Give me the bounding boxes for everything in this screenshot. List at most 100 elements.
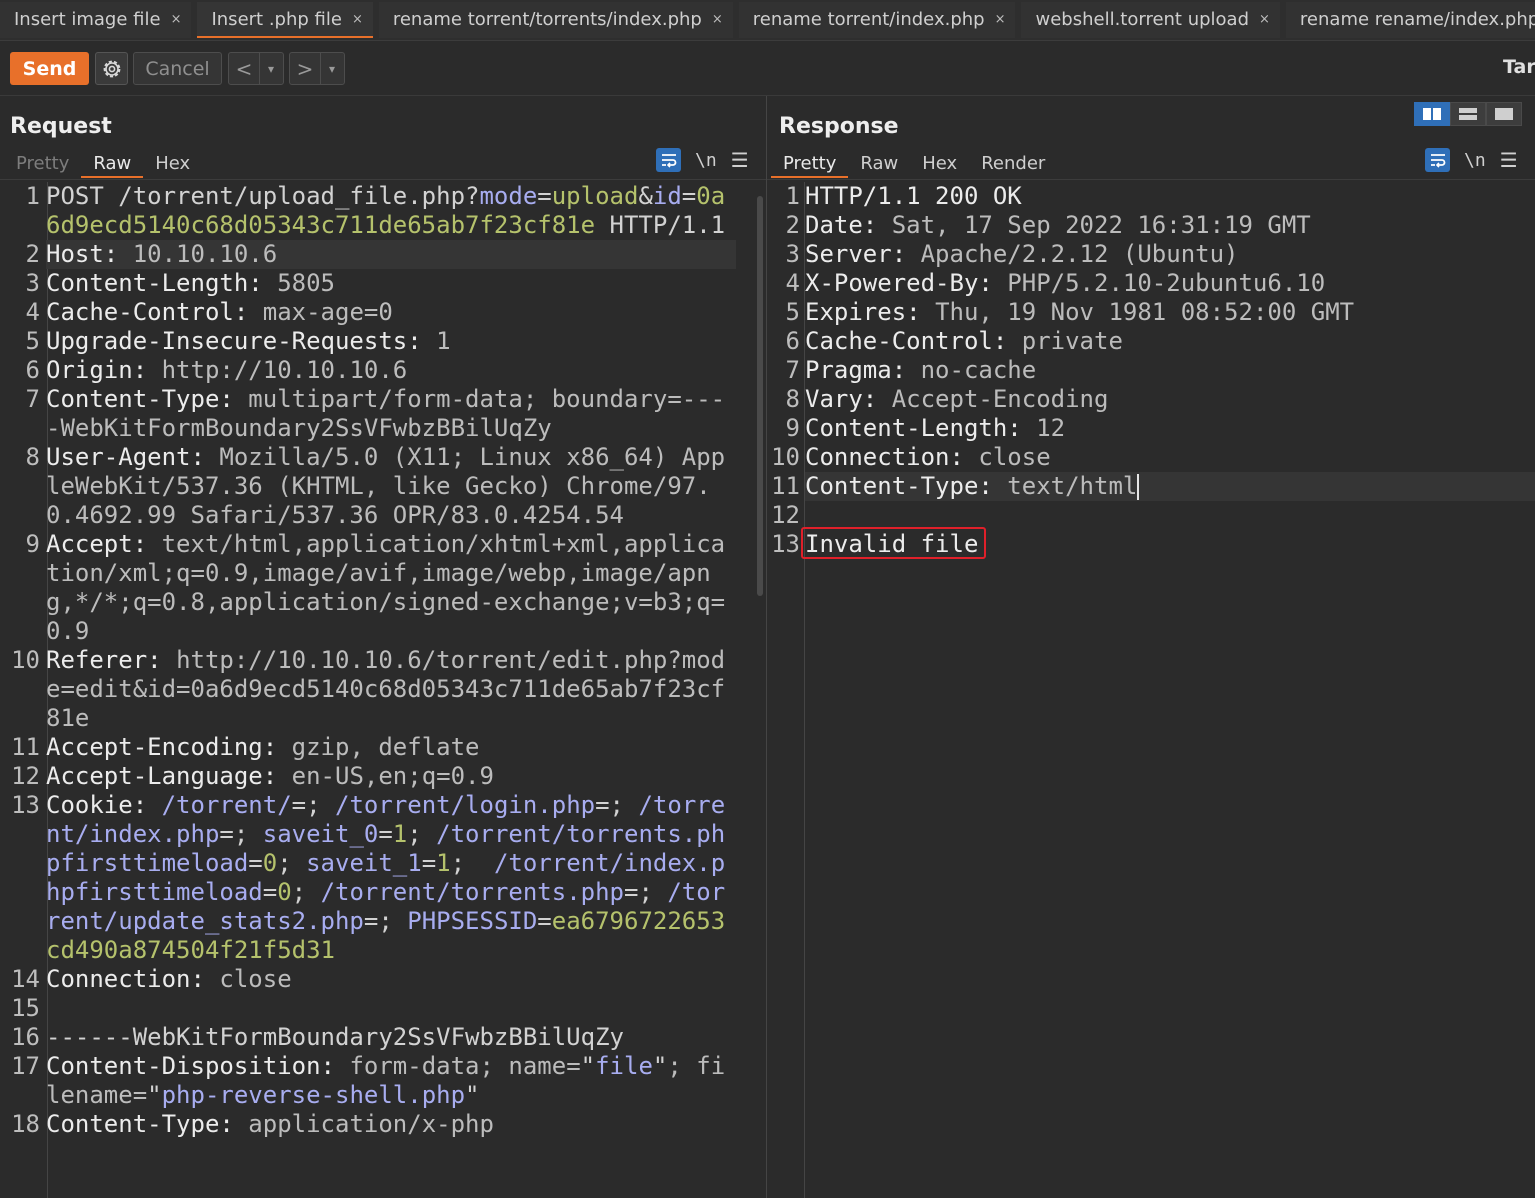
response-editor[interactable]: 1 HTTP/1.1 200 OK 2 Date: Sat, 17 Sep 2022 …	[767, 182, 1535, 1198]
request-tab-raw[interactable]: Raw	[81, 150, 144, 178]
repeater-tab[interactable]: rename torrent/torrents/index.php ×	[378, 2, 733, 38]
code-token: :	[147, 646, 177, 674]
close-tab-icon[interactable]: ×	[171, 12, 182, 27]
line-text: Cache-Control: private	[805, 327, 1535, 356]
code-token: :	[262, 733, 292, 761]
code-token: Server	[805, 240, 892, 268]
response-line: 8 Vary: Accept-Encoding	[767, 385, 1535, 414]
line-number: 13	[11, 791, 40, 819]
line-text: Pragma: no-cache	[805, 356, 1535, 385]
cancel-button[interactable]: Cancel	[133, 52, 222, 85]
code-token: Sat, 17 Sep 2022 16:31:19 GMT	[891, 211, 1311, 239]
show-newlines-icon[interactable]: \n	[695, 150, 717, 171]
request-line: 15	[0, 994, 766, 1023]
code-token: mode	[479, 182, 538, 210]
line-text: Content-Type: application/x-php	[46, 1110, 736, 1139]
code-token: Cookie	[46, 791, 133, 819]
code-token: ;	[277, 849, 307, 877]
close-tab-icon[interactable]: ×	[352, 12, 363, 27]
repeater-tab[interactable]: Insert image file ×	[0, 2, 192, 38]
code-token: :	[992, 327, 1022, 355]
code-token: file	[595, 1052, 653, 1080]
code-token: ;	[407, 820, 437, 848]
code-token: :	[132, 356, 162, 384]
request-line: 13 Cookie: /torrent/=; /torrent/login.php…	[0, 791, 766, 965]
word-wrap-icon[interactable]	[1425, 148, 1450, 172]
request-tab-pretty[interactable]: Pretty	[4, 150, 81, 178]
forward-arrow-icon[interactable]: >	[290, 53, 320, 84]
hamburger-menu-icon[interactable]: ☰	[731, 148, 749, 172]
response-pane: Response Pretty Raw Hex Render \n ☰ 1 HTTP/1…	[767, 96, 1535, 1198]
request-line: 3 Content-Length: 5805	[0, 269, 766, 298]
response-tab-pretty[interactable]: Pretty	[771, 150, 849, 178]
repeater-tab[interactable]: webshell.torrent upload ×	[1021, 2, 1280, 38]
request-tab-hex[interactable]: Hex	[143, 150, 202, 178]
line-text: Referer: http://10.10.10.6/torrent/edit.…	[46, 646, 736, 733]
layout-single-icon[interactable]	[1486, 102, 1522, 126]
line-text: Content-Length: 12	[805, 414, 1535, 443]
code-token: Content-Length	[46, 269, 249, 297]
code-token: /torrent/	[161, 791, 292, 819]
response-line: 1 HTTP/1.1 200 OK	[767, 182, 1535, 211]
request-scrollbar[interactable]	[757, 196, 763, 596]
close-tab-icon[interactable]: ×	[995, 12, 1006, 27]
repeater-tab[interactable]: Insert .php file ×	[197, 2, 373, 38]
line-text: POST /torrent/upload_file.php?mode=uploa…	[46, 182, 736, 240]
code-token: X-Powered-By	[805, 269, 979, 297]
line-text: Cache-Control: max-age=0	[46, 298, 736, 327]
code-token: =	[248, 849, 263, 877]
code-token: Accept-Encoding	[46, 733, 263, 761]
repeater-tab[interactable]: rename torrent/index.php ×	[738, 2, 1016, 38]
text-cursor	[1137, 474, 1140, 500]
layout-side-by-side-icon[interactable]	[1414, 102, 1450, 126]
response-tab-hex[interactable]: Hex	[910, 150, 969, 178]
forward-history-dropdown-icon[interactable]: ▾	[320, 53, 343, 84]
word-wrap-icon[interactable]	[656, 148, 681, 172]
response-view-tabs: Pretty Raw Hex Render	[771, 150, 1057, 178]
code-token: /torrent/upload_file.php?	[118, 182, 480, 210]
back-history-dropdown-icon[interactable]: ▾	[259, 53, 282, 84]
request-line: 18 Content-Type: application/x-php	[0, 1110, 766, 1139]
response-editor-icons: \n ☰	[1425, 148, 1518, 172]
request-editor[interactable]: 1 POST /torrent/upload_file.php?mode=uplo…	[0, 182, 766, 1198]
code-token: gzip, deflate	[291, 733, 480, 761]
line-number: 15	[11, 994, 40, 1022]
code-token: Cache-Control	[805, 327, 993, 355]
response-tab-raw[interactable]: Raw	[848, 150, 910, 178]
line-text: Cookie: /torrent/=; /torrent/login.php=;…	[46, 791, 736, 965]
send-button[interactable]: Send	[10, 52, 89, 85]
repeater-tab-label: rename torrent/index.php	[752, 8, 985, 30]
repeater-tab-label: Insert .php file	[211, 8, 342, 30]
repeater-tab[interactable]: rename rename/index.php×	[1285, 2, 1535, 38]
code-token: Referer	[46, 646, 148, 674]
code-token: Vary	[805, 385, 863, 413]
code-token: 12	[1036, 414, 1066, 442]
show-newlines-icon[interactable]: \n	[1464, 150, 1486, 171]
line-text: X-Powered-By: PHP/5.2.10-2ubuntu6.10	[805, 269, 1535, 298]
back-arrow-icon[interactable]: <	[229, 53, 259, 84]
code-token: :	[190, 443, 220, 471]
hamburger-menu-icon[interactable]: ☰	[1500, 148, 1518, 172]
line-text: Content-Type: multipart/form-data; bound…	[46, 385, 736, 443]
layout-stacked-icon[interactable]	[1450, 102, 1486, 126]
line-text: Expires: Thu, 19 Nov 1981 08:52:00 GMT	[805, 298, 1535, 327]
toolbar: Send Cancel < ▾ > ▾ Tar	[0, 41, 1535, 96]
request-line: 17 Content-Disposition: form-data; name="…	[0, 1052, 766, 1110]
repeater-tab-label: webshell.torrent upload	[1035, 8, 1250, 30]
request-line: 5 Upgrade-Insecure-Requests: 1	[0, 327, 766, 356]
line-text: Origin: http://10.10.10.6	[46, 356, 736, 385]
line-text: Vary: Accept-Encoding	[805, 385, 1535, 414]
code-token: id	[652, 182, 682, 210]
code-token: =	[421, 849, 437, 877]
code-token: 5805	[277, 269, 335, 297]
close-tab-icon[interactable]: ×	[712, 12, 723, 27]
code-token: =	[681, 182, 697, 210]
response-tab-render[interactable]: Render	[969, 150, 1057, 178]
request-line: 14 Connection: close	[0, 965, 766, 994]
code-token: Host	[46, 240, 104, 268]
line-text: Content-Type: text/html	[805, 472, 1535, 501]
close-tab-icon[interactable]: ×	[1259, 12, 1270, 27]
code-token: http://10.10.10.6	[161, 356, 408, 384]
settings-button[interactable]	[95, 52, 128, 85]
line-number: 2	[785, 211, 800, 239]
